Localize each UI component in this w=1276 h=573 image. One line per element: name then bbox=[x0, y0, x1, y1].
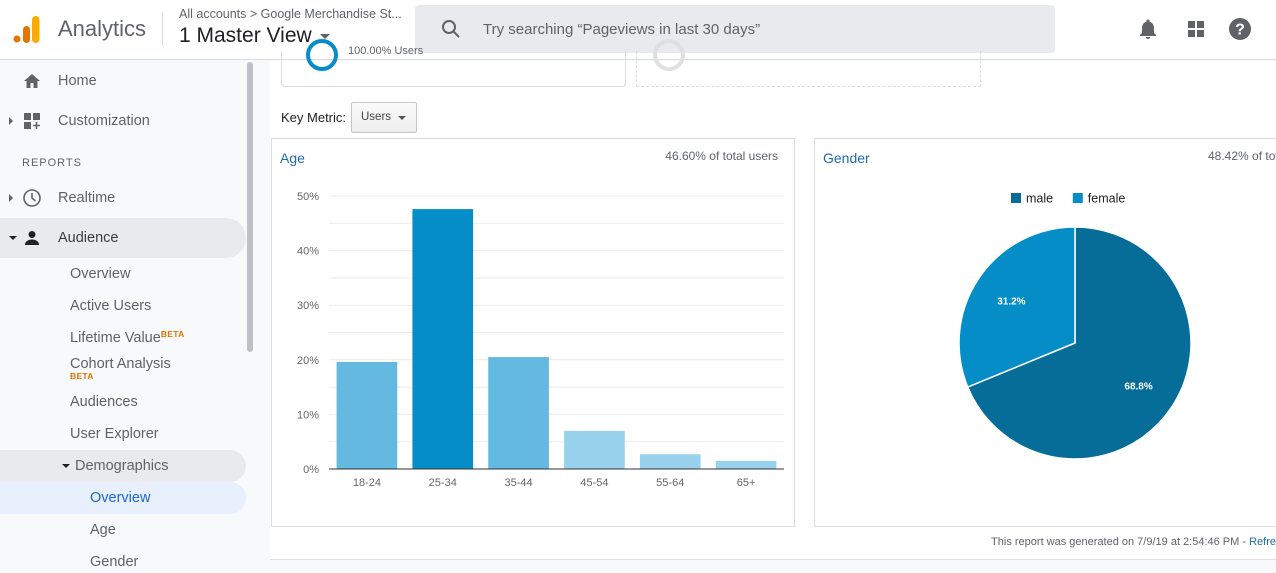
y-tick-label: 30% bbox=[297, 300, 319, 312]
sidebar-item-audiences[interactable]: Audiences bbox=[0, 386, 246, 418]
report-generated-footer: This report was generated on 7/9/19 at 2… bbox=[991, 536, 1276, 548]
segment-card[interactable]: 100.00% Users bbox=[281, 39, 626, 87]
legend-label-male: male bbox=[1026, 192, 1053, 206]
sidebar-item-label: Realtime bbox=[58, 190, 116, 206]
sidebar-item-lifetime-value[interactable]: Lifetime Value BETA bbox=[0, 322, 246, 354]
sidebar-item-audience-overview[interactable]: Overview bbox=[0, 258, 246, 290]
apps-grid-icon[interactable] bbox=[1184, 17, 1208, 41]
sidebar-item-demographics[interactable]: Demographics bbox=[0, 450, 246, 482]
main-content: 100.00% Users Key Metric: Users Age 46.6… bbox=[270, 39, 1276, 573]
sidebar-item-age[interactable]: Age bbox=[0, 514, 246, 546]
legend-swatch-male bbox=[1011, 193, 1021, 203]
svg-text:?: ? bbox=[1235, 22, 1245, 39]
view-selector[interactable]: 1 Master View bbox=[179, 24, 330, 48]
sidebar-item-audience[interactable]: Audience bbox=[0, 218, 246, 258]
clock-icon bbox=[23, 189, 41, 207]
sidebar-item-label: Demographics bbox=[75, 458, 169, 474]
chevron-down-icon bbox=[398, 116, 406, 120]
y-tick-label: 20% bbox=[297, 355, 319, 367]
gender-pie-chart: male female 68.8% 31.2% bbox=[958, 192, 1192, 460]
y-tick-label: 10% bbox=[297, 409, 319, 421]
sidebar-item-cohort-analysis[interactable]: Cohort Analysis BETA bbox=[0, 352, 246, 388]
sidebar-item-demographics-overview[interactable]: Overview bbox=[0, 482, 246, 514]
sidebar-item-label: Overview bbox=[90, 490, 151, 506]
bar-55-64 bbox=[639, 454, 701, 469]
segment-ring-icon bbox=[306, 39, 338, 71]
x-tick-label: 18-24 bbox=[353, 477, 381, 489]
beta-badge: BETA bbox=[70, 370, 94, 381]
sidebar-item-label: Age bbox=[90, 522, 116, 538]
search-bar[interactable] bbox=[415, 5, 1055, 53]
add-segment-card[interactable] bbox=[636, 39, 981, 87]
search-input[interactable] bbox=[483, 5, 1043, 53]
key-metric-label: Key Metric: bbox=[281, 110, 347, 125]
bar-35-44 bbox=[488, 357, 549, 469]
sidebar-item-label: Home bbox=[58, 73, 97, 89]
search-icon bbox=[442, 20, 460, 38]
pie-value-label: 68.8% bbox=[1124, 382, 1152, 393]
header-divider bbox=[162, 12, 163, 46]
notifications-bell-icon[interactable] bbox=[1136, 17, 1160, 41]
reports-section-title: REPORTS bbox=[22, 157, 82, 169]
key-metric-value: Users bbox=[361, 111, 392, 123]
sidebar-scrollbar[interactable] bbox=[247, 62, 253, 352]
sidebar-item-user-explorer[interactable]: User Explorer bbox=[0, 418, 246, 450]
beta-badge: BETA bbox=[160, 329, 185, 339]
bar-25-34 bbox=[412, 209, 474, 469]
bar-18-24 bbox=[336, 361, 398, 469]
y-tick-label: 0% bbox=[303, 464, 319, 476]
app-name: Analytics bbox=[58, 16, 147, 41]
analytics-logo-icon[interactable] bbox=[12, 14, 42, 44]
bottom-strip bbox=[270, 559, 1276, 573]
sidebar-item-label: Customization bbox=[58, 113, 150, 129]
account-breadcrumb[interactable]: All accounts > Google Merchandise St... bbox=[179, 7, 402, 21]
x-tick-label: 25-34 bbox=[429, 477, 457, 489]
legend-label-female: female bbox=[1088, 192, 1126, 206]
segment-percent: 100.00% Users bbox=[348, 45, 424, 57]
x-tick-label: 45-54 bbox=[580, 477, 608, 489]
sidebar-item-label: User Explorer bbox=[70, 426, 159, 442]
expand-arrow-icon[interactable] bbox=[9, 194, 13, 202]
expand-arrow-icon[interactable] bbox=[9, 117, 13, 125]
sidebar-item-label: Gender bbox=[90, 554, 139, 570]
y-tick-label: 50% bbox=[297, 191, 319, 203]
sidebar-item-label: Overview bbox=[70, 266, 131, 282]
age-bar-chart: 0% 10% 20% 30% 40% 50% 18-24 25-34 35-44 45-54 55-… bbox=[297, 191, 784, 489]
age-panel: Age 46.60% of total users 0% 10% 20% 30% 40%… bbox=[271, 138, 795, 527]
sidebar-item-label: Active Users bbox=[70, 298, 152, 314]
x-tick-label: 65+ bbox=[737, 477, 756, 489]
help-icon[interactable]: ? bbox=[1228, 17, 1252, 41]
pie-value-label: 31.2% bbox=[997, 296, 1025, 307]
sidebar-item-label: Audience bbox=[58, 230, 119, 246]
gender-panel: Gender 48.42% of tot male female 68.8% 31.2… bbox=[814, 138, 1276, 527]
sidebar-item-label: Lifetime Value bbox=[70, 330, 161, 346]
refresh-report-link[interactable]: Refre bbox=[1249, 536, 1276, 548]
sidebar-nav: Home Customization REPORTS Realtime Audi… bbox=[0, 61, 258, 573]
sidebar-item-home[interactable]: Home bbox=[0, 61, 246, 101]
sidebar-item-active-users[interactable]: Active Users bbox=[0, 290, 246, 322]
sidebar-item-realtime[interactable]: Realtime bbox=[0, 178, 246, 218]
empty-segment-ring-icon bbox=[653, 39, 685, 71]
y-tick-label: 40% bbox=[297, 246, 319, 258]
x-tick-label: 55-64 bbox=[656, 477, 684, 489]
view-name: 1 Master View bbox=[179, 24, 312, 47]
x-tick-label: 35-44 bbox=[505, 477, 533, 489]
collapse-arrow-icon[interactable] bbox=[9, 236, 17, 240]
bar-45-54 bbox=[564, 430, 625, 469]
collapse-arrow-icon[interactable] bbox=[62, 464, 70, 468]
sidebar-item-label: Audiences bbox=[70, 394, 138, 410]
person-icon bbox=[25, 231, 39, 245]
generated-timestamp: This report was generated on 7/9/19 at 2… bbox=[991, 536, 1250, 548]
sidebar-item-gender[interactable]: Gender bbox=[0, 546, 246, 573]
bar-65+ bbox=[715, 460, 777, 469]
cohort-label-wrap: Cohort Analysis BETA bbox=[70, 352, 171, 380]
legend-swatch-female bbox=[1072, 193, 1083, 203]
sidebar-item-label: Cohort Analysis bbox=[70, 356, 171, 372]
home-icon bbox=[24, 74, 40, 88]
sidebar-item-customization[interactable]: Customization bbox=[0, 101, 246, 141]
key-metric-dropdown[interactable]: Users bbox=[351, 102, 417, 133]
customization-icon bbox=[24, 113, 40, 129]
